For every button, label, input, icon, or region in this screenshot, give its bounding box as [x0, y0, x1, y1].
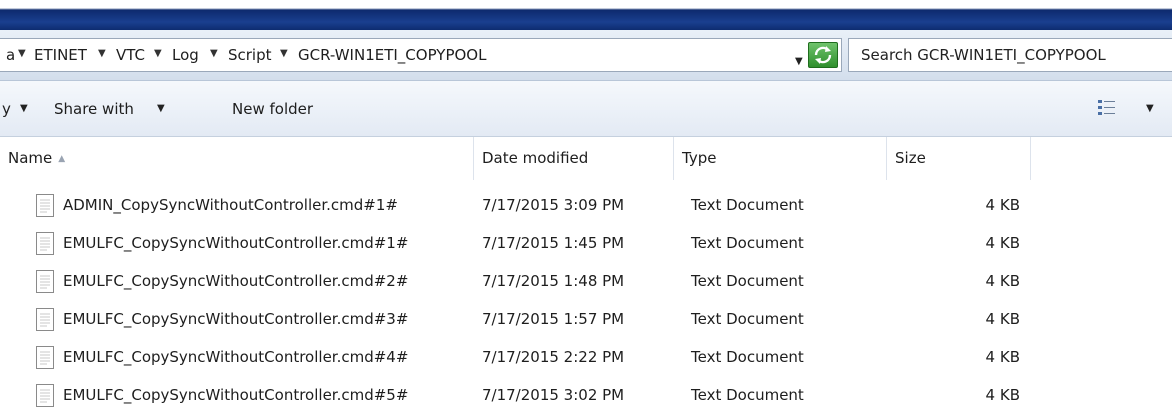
file-size: 4 KB: [985, 234, 1020, 252]
file-name: EMULFC_CopySyncWithoutController.cmd#5#: [63, 386, 409, 404]
chevron-down-icon[interactable]: ▼: [18, 48, 26, 59]
refresh-button[interactable]: [808, 42, 838, 68]
file-name: EMULFC_CopySyncWithoutController.cmd#1#: [63, 234, 409, 252]
table-row[interactable]: EMULFC_CopySyncWithoutController.cmd#1# …: [0, 226, 1172, 264]
file-date: 7/17/2015 1:45 PM: [482, 234, 625, 252]
file-size: 4 KB: [985, 272, 1020, 290]
file-date: 7/17/2015 2:22 PM: [482, 348, 625, 366]
text-document-icon: [36, 384, 54, 407]
column-header-label: Size: [895, 149, 926, 167]
file-date: 7/17/2015 1:48 PM: [482, 272, 625, 290]
chevron-down-icon[interactable]: ▼: [210, 48, 218, 59]
text-document-icon: [36, 346, 54, 369]
share-with-button[interactable]: Share with: [54, 100, 134, 118]
text-document-icon: [36, 270, 54, 293]
window-title-bar: [0, 0, 1172, 30]
breadcrumb-item[interactable]: ETINET: [34, 46, 87, 64]
table-row[interactable]: EMULFC_CopySyncWithoutController.cmd#5# …: [0, 378, 1172, 416]
chevron-down-icon[interactable]: ▼: [20, 103, 28, 114]
refresh-icon: [814, 46, 832, 64]
search-input[interactable]: Search GCR-WIN1ETI_COPYPOOL: [848, 38, 1172, 72]
table-row[interactable]: EMULFC_CopySyncWithoutController.cmd#2# …: [0, 264, 1172, 302]
breadcrumb[interactable]: a ▼ ETINET ▼ VTC ▼ Log ▼ Script ▼ GCR-WI…: [0, 38, 842, 72]
text-document-icon: [36, 194, 54, 217]
column-header-name[interactable]: Name ▲: [0, 137, 474, 180]
breadcrumb-item[interactable]: GCR-WIN1ETI_COPYPOOL: [298, 46, 486, 64]
command-toolbar: y ▼ Share with ▼ New folder ▼: [0, 81, 1172, 137]
chevron-down-icon[interactable]: ▼: [280, 48, 288, 59]
file-name: ADMIN_CopySyncWithoutController.cmd#1#: [63, 196, 398, 214]
file-date: 7/17/2015 1:57 PM: [482, 310, 625, 328]
file-size: 4 KB: [985, 310, 1020, 328]
file-name: EMULFC_CopySyncWithoutController.cmd#2#: [63, 272, 409, 290]
file-type: Text Document: [691, 348, 804, 366]
column-header-label: Name: [8, 149, 53, 167]
column-header-size[interactable]: Size: [887, 137, 1031, 180]
file-type: Text Document: [691, 272, 804, 290]
sort-ascending-icon: ▲: [58, 154, 66, 164]
file-date: 7/17/2015 3:02 PM: [482, 386, 625, 404]
column-header-label: Date modified: [482, 149, 589, 167]
breadcrumb-item[interactable]: Script: [228, 46, 272, 64]
file-size: 4 KB: [985, 196, 1020, 214]
text-document-icon: [36, 232, 54, 255]
chevron-down-icon[interactable]: ▼: [98, 48, 106, 59]
file-type: Text Document: [691, 310, 804, 328]
file-name: EMULFC_CopySyncWithoutController.cmd#3#: [63, 310, 409, 328]
breadcrumb-item[interactable]: a: [6, 46, 15, 64]
column-header-date[interactable]: Date modified: [474, 137, 674, 180]
column-header-label: Type: [682, 149, 717, 167]
file-type: Text Document: [691, 234, 804, 252]
address-bar: a ▼ ETINET ▼ VTC ▼ Log ▼ Script ▼ GCR-WI…: [0, 30, 1172, 81]
view-options-icon[interactable]: [1097, 97, 1117, 117]
file-date: 7/17/2015 3:09 PM: [482, 196, 625, 214]
column-header-row: Name ▲ Date modified Type Size: [0, 137, 1172, 180]
table-row[interactable]: ADMIN_CopySyncWithoutController.cmd#1# 7…: [0, 188, 1172, 226]
file-size: 4 KB: [985, 386, 1020, 404]
address-dropdown-icon[interactable]: ▼: [795, 56, 803, 67]
file-name: EMULFC_CopySyncWithoutController.cmd#4#: [63, 348, 409, 366]
file-size: 4 KB: [985, 348, 1020, 366]
file-type: Text Document: [691, 386, 804, 404]
breadcrumb-item[interactable]: Log: [172, 46, 199, 64]
table-row[interactable]: EMULFC_CopySyncWithoutController.cmd#3# …: [0, 302, 1172, 340]
chevron-down-icon[interactable]: ▼: [1146, 103, 1154, 114]
table-row[interactable]: EMULFC_CopySyncWithoutController.cmd#4# …: [0, 340, 1172, 378]
new-folder-button[interactable]: New folder: [232, 100, 313, 118]
chevron-down-icon[interactable]: ▼: [157, 103, 165, 114]
text-document-icon: [36, 308, 54, 331]
organize-button[interactable]: y: [2, 100, 11, 118]
column-header-type[interactable]: Type: [674, 137, 887, 180]
chevron-down-icon[interactable]: ▼: [154, 48, 162, 59]
breadcrumb-item[interactable]: VTC: [116, 46, 145, 64]
file-type: Text Document: [691, 196, 804, 214]
